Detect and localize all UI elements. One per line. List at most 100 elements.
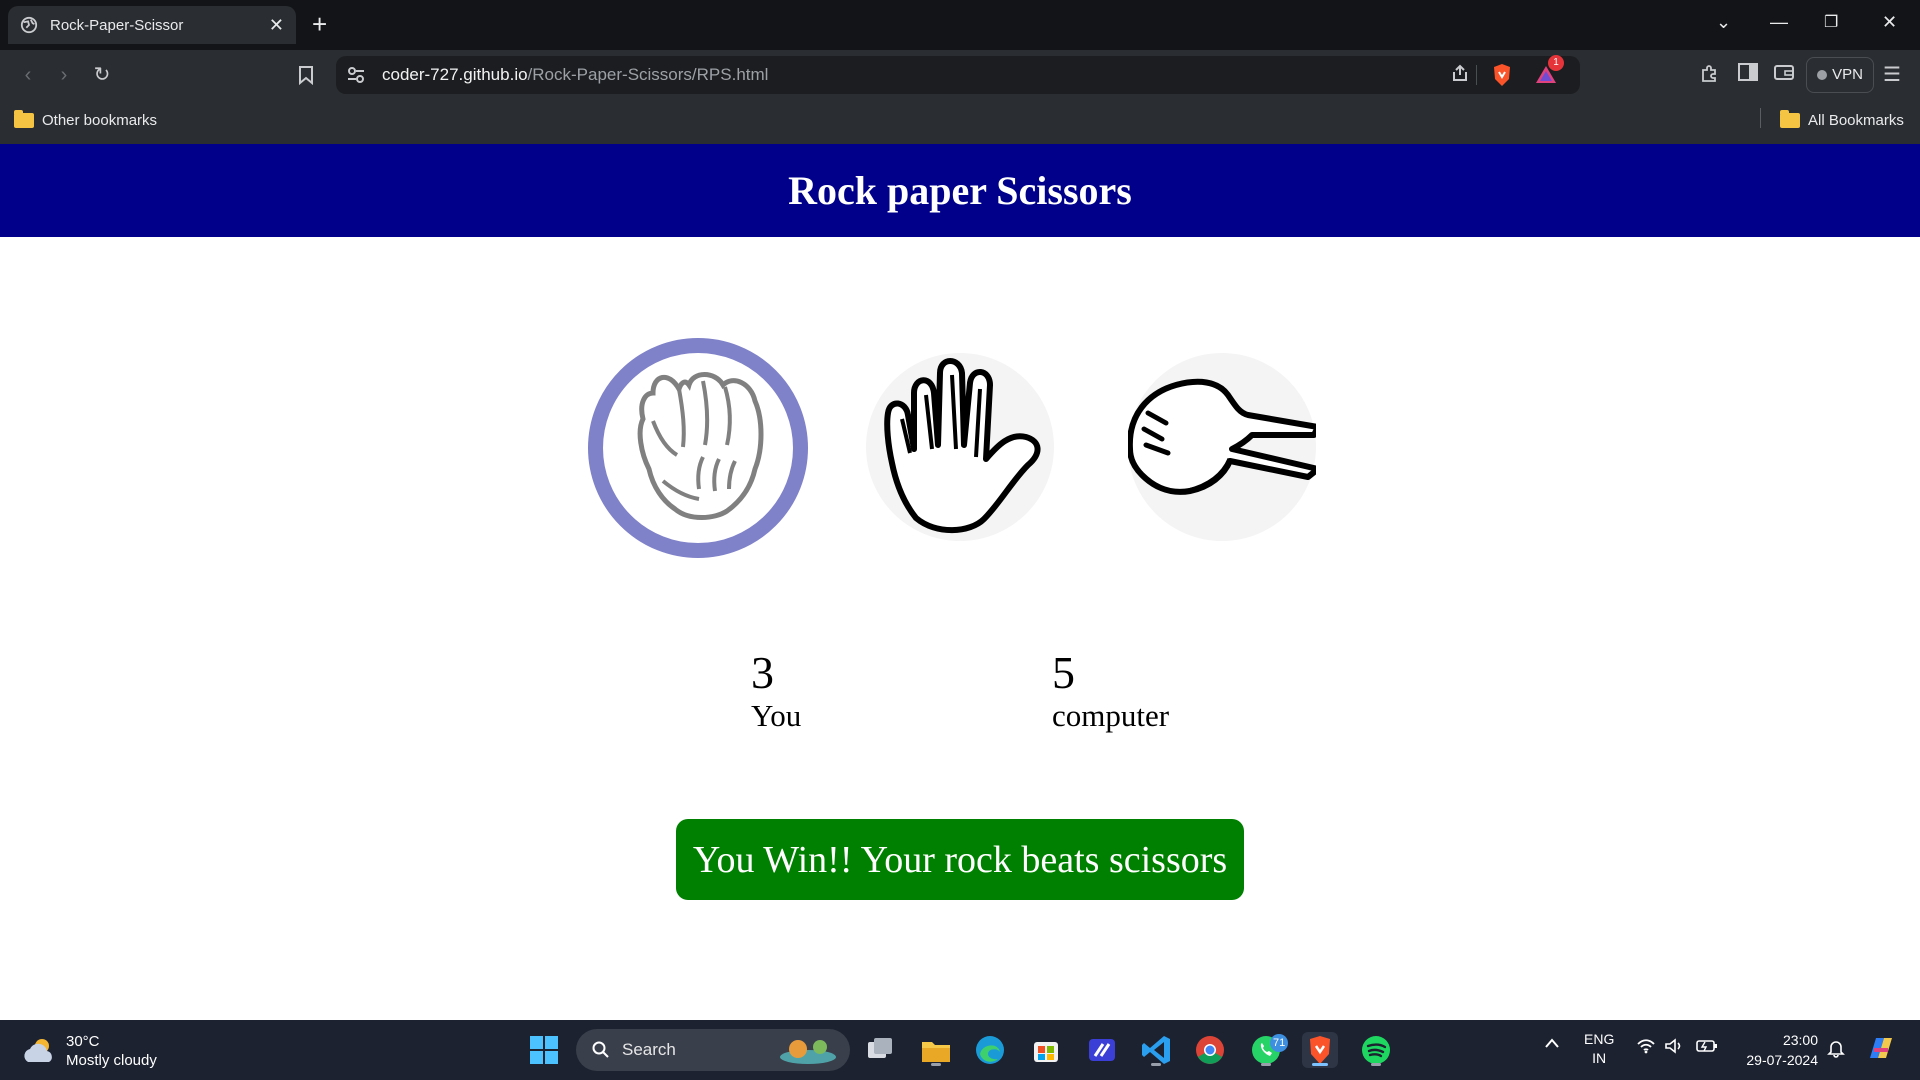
- url-host: coder-727.github.io: [382, 65, 528, 84]
- computer-score: 5 computer: [1052, 648, 1169, 734]
- scissors-hand-icon: [1128, 378, 1316, 495]
- clock-date: 29-07-2024: [1746, 1052, 1818, 1068]
- back-button[interactable]: ‹: [16, 63, 40, 87]
- taskbar-store[interactable]: [1028, 1032, 1064, 1068]
- browser-toolbar: ‹ › ↻ coder-727.github.io/Rock-Paper-Sci…: [0, 50, 1920, 100]
- language-indicator[interactable]: ENG IN: [1584, 1030, 1614, 1068]
- weather-widget[interactable]: 30°C Mostly cloudy: [22, 1032, 157, 1070]
- store-icon: [1034, 1042, 1058, 1062]
- cloudy-weather-icon: [24, 1039, 52, 1062]
- running-indicator: [931, 1063, 941, 1066]
- url-text: coder-727.github.io/Rock-Paper-Scissors/…: [382, 65, 768, 85]
- windows-taskbar: 30°C Mostly cloudy Search 71 ENG IN 23:0…: [0, 1020, 1920, 1080]
- vpn-status-dot: [1817, 70, 1828, 80]
- folder-icon: [1780, 110, 1800, 128]
- bookmark-all-bookmarks[interactable]: All Bookmarks: [1780, 110, 1904, 129]
- sidebar-icon[interactable]: [1736, 63, 1760, 87]
- running-indicator: [1261, 1063, 1271, 1066]
- choice-rock[interactable]: [588, 338, 808, 558]
- bookmarks-bar: Other bookmarks All Bookmarks: [0, 100, 1920, 144]
- brave-rewards-icon[interactable]: 1: [1534, 55, 1564, 87]
- bookmark-other-bookmarks[interactable]: Other bookmarks: [14, 110, 158, 129]
- notification-badge: 1: [1548, 55, 1564, 71]
- computer-score-value: 5: [1052, 647, 1075, 698]
- share-icon[interactable]: [1448, 63, 1472, 87]
- search-icon: [592, 1041, 609, 1058]
- start-button[interactable]: [526, 1032, 562, 1068]
- taskbar-brave[interactable]: [1302, 1032, 1338, 1068]
- brave-shields-icon[interactable]: [1490, 63, 1514, 87]
- address-bar[interactable]: coder-727.github.io/Rock-Paper-Scissors/…: [336, 55, 1580, 94]
- browser-tab-strip: Rock-Paper-Scissor ✕ + ⌄ — ❐ ✕: [0, 0, 1920, 50]
- task-view-button[interactable]: [862, 1032, 898, 1068]
- rock-fist-icon: [637, 372, 764, 520]
- wallet-icon[interactable]: [1772, 63, 1796, 87]
- tab-title: Rock-Paper-Scissor: [50, 16, 184, 34]
- omnibox-divider: [1476, 65, 1477, 85]
- taskbar-whatsapp[interactable]: 71: [1248, 1032, 1289, 1068]
- taskbar-clock[interactable]: 23:00 29-07-2024: [1738, 1030, 1818, 1070]
- bookmark-label: All Bookmarks: [1808, 112, 1904, 129]
- whatsapp-unread-badge: 71: [1270, 1034, 1289, 1052]
- url-path: /Rock-Paper-Scissors/RPS.html: [527, 65, 769, 84]
- taskbar-vscode[interactable]: [1138, 1032, 1174, 1068]
- choice-paper[interactable]: [866, 353, 1054, 541]
- taskbar-spotify[interactable]: [1358, 1032, 1394, 1068]
- result-message: You Win!! Your rock beats scissors: [676, 819, 1244, 900]
- page-header: Rock paper Scissors: [0, 144, 1920, 237]
- weather-desc: Mostly cloudy: [66, 1052, 157, 1069]
- search-label: Search: [622, 1040, 676, 1059]
- running-indicator: [1371, 1063, 1381, 1066]
- page-title: Rock paper Scissors: [788, 168, 1132, 213]
- bookmarks-divider: [1760, 108, 1761, 128]
- task-view-icon: [868, 1038, 892, 1058]
- restore-button[interactable]: ❐: [1824, 12, 1838, 32]
- taskbar-app-editor[interactable]: [1084, 1032, 1120, 1068]
- bookmark-icon[interactable]: [294, 63, 318, 87]
- close-window-button[interactable]: ✕: [1882, 12, 1897, 33]
- notifications-bell-icon[interactable]: [1826, 1038, 1846, 1061]
- taskbar-search-box[interactable]: Search: [576, 1029, 850, 1071]
- bookmark-label: Other bookmarks: [42, 112, 158, 129]
- taskbar-chrome[interactable]: [1192, 1032, 1228, 1068]
- windows-logo-icon: [530, 1036, 558, 1064]
- new-tab-button[interactable]: +: [312, 10, 327, 38]
- weather-temp: 30°C: [66, 1033, 100, 1050]
- paper-hand-icon: [884, 358, 1041, 534]
- close-tab-icon[interactable]: ✕: [269, 15, 284, 36]
- search-highlight-icon: [780, 1040, 836, 1064]
- user-score: 3 You: [751, 648, 801, 734]
- wifi-icon[interactable]: [1636, 1038, 1656, 1057]
- editor-app-icon: [1089, 1039, 1115, 1061]
- extensions-icon[interactable]: [1698, 63, 1722, 87]
- active-indicator: [1312, 1063, 1328, 1066]
- tab-rock-paper-scissor[interactable]: Rock-Paper-Scissor ✕: [8, 6, 296, 44]
- page-content: Rock paper Scissors 3 You 5 computer You…: [0, 144, 1920, 1020]
- vpn-button[interactable]: VPN: [1806, 57, 1874, 93]
- folder-icon: [14, 110, 34, 128]
- chrome-icon: [1196, 1036, 1224, 1064]
- tab-search-chevron-icon[interactable]: ⌄: [1716, 12, 1731, 33]
- edge-icon: [976, 1036, 1004, 1064]
- battery-icon[interactable]: [1696, 1038, 1718, 1057]
- globe-icon: [20, 16, 38, 34]
- running-indicator: [1151, 1063, 1161, 1066]
- copilot-icon[interactable]: [1864, 1032, 1896, 1067]
- minimize-button[interactable]: —: [1770, 12, 1788, 33]
- language-line-1: ENG: [1584, 1031, 1615, 1047]
- language-line-2: IN: [1592, 1050, 1607, 1066]
- reload-button[interactable]: ↻: [90, 63, 114, 87]
- choice-scissors[interactable]: [1128, 353, 1316, 541]
- user-score-label: You: [751, 698, 802, 733]
- vpn-label: VPN: [1832, 66, 1863, 83]
- show-hidden-icons-chevron-icon[interactable]: [1544, 1036, 1560, 1052]
- clock-time: 23:00: [1782, 1032, 1818, 1048]
- volume-icon[interactable]: [1664, 1038, 1684, 1057]
- menu-icon[interactable]: ☰: [1880, 63, 1904, 87]
- computer-score-label: computer: [1052, 698, 1170, 733]
- taskbar-edge[interactable]: [972, 1032, 1008, 1068]
- taskbar-file-explorer[interactable]: [918, 1032, 954, 1068]
- user-score-value: 3: [751, 647, 774, 698]
- forward-button[interactable]: ›: [52, 63, 76, 87]
- site-settings-icon[interactable]: [346, 65, 366, 85]
